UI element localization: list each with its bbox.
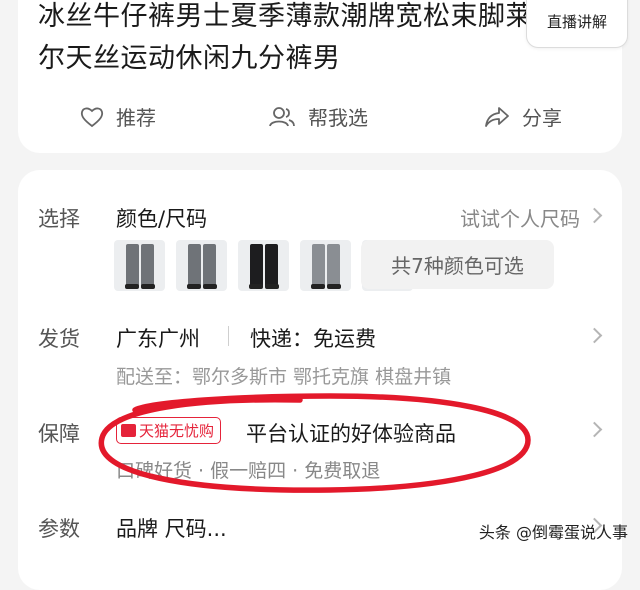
params-row-label: 参数 (38, 517, 80, 541)
all-colors-button[interactable]: 共7种颜色可选 (361, 240, 554, 289)
share-icon (485, 106, 509, 127)
guarantee-text[interactable]: 平台认证的好体验商品 (246, 418, 456, 448)
color-thumbnail[interactable] (176, 240, 227, 291)
shoe (311, 284, 325, 289)
shoe (141, 284, 155, 289)
ship-from-location: 广东广州 (116, 327, 200, 351)
color-thumbnail[interactable] (238, 240, 289, 291)
help-me-choose-button[interactable]: 帮我选 (268, 102, 368, 131)
color-thumbnail[interactable] (300, 240, 351, 291)
color-size-selector[interactable]: 颜色/尺码 (116, 203, 207, 233)
chevron-right-icon[interactable] (586, 327, 603, 344)
shoe (203, 284, 217, 289)
live-explain-label: 直播讲解 (546, 13, 607, 31)
pant-leg (250, 244, 263, 287)
heart-icon (80, 107, 104, 127)
chevron-right-icon[interactable] (586, 207, 603, 224)
tmall-logo-icon (121, 424, 136, 437)
tmall-badge-label: 天猫无忧购 (139, 422, 215, 440)
color-thumbnail[interactable] (114, 240, 165, 291)
recommend-button[interactable]: 推荐 (80, 102, 156, 131)
pant-leg (126, 244, 139, 287)
deliver-to-address[interactable]: 配送至：鄂尔多斯市 鄂托克旗 棋盘井镇 (116, 362, 451, 389)
product-title-line-2: 尔天丝运动休闲九分裤男 (38, 43, 341, 74)
shoe (187, 284, 201, 289)
shoe (265, 284, 279, 289)
product-title-line-1: 冰丝牛仔裤男士夏季薄款潮牌宽松束脚莱赛 (38, 1, 561, 32)
params-value[interactable]: 品牌 尺码... (116, 513, 227, 543)
shoe (125, 284, 139, 289)
express-fee: 快递：免运费 (250, 327, 376, 351)
help-me-choose-label: 帮我选 (308, 106, 368, 130)
live-explain-button[interactable]: 直播讲解 (526, 0, 628, 48)
divider (228, 326, 229, 346)
try-personal-size-link[interactable]: 试试个人尺码 (460, 203, 580, 232)
pant-leg (141, 244, 154, 287)
share-button[interactable]: 分享 (484, 102, 562, 131)
watermark-text: 头条 @倒霉蛋说人事 (478, 523, 628, 542)
shoe (249, 284, 263, 289)
product-header-card: 冰丝牛仔裤男士夏季薄款潮牌宽松束脚莱赛 尔天丝运动休闲九分裤男 直播讲解 推荐 … (18, 0, 628, 153)
shoe (327, 284, 341, 289)
chevron-right-icon[interactable] (586, 421, 603, 438)
guarantee-row-label: 保障 (38, 422, 80, 446)
select-row-label: 选择 (38, 207, 80, 231)
tmall-worry-free-badge: 天猫无忧购 (116, 417, 222, 444)
guarantee-details: 口碑好货 · 假一赔四 · 免费取退 (116, 460, 381, 482)
pant-leg (188, 244, 201, 287)
pant-leg (203, 244, 216, 287)
share-label: 分享 (522, 106, 562, 130)
shipping-row-label: 发货 (38, 327, 80, 351)
recommend-label: 推荐 (116, 106, 156, 130)
pant-leg (327, 244, 340, 287)
pant-leg (312, 244, 325, 287)
users-icon (269, 106, 295, 126)
pant-leg (265, 244, 278, 287)
